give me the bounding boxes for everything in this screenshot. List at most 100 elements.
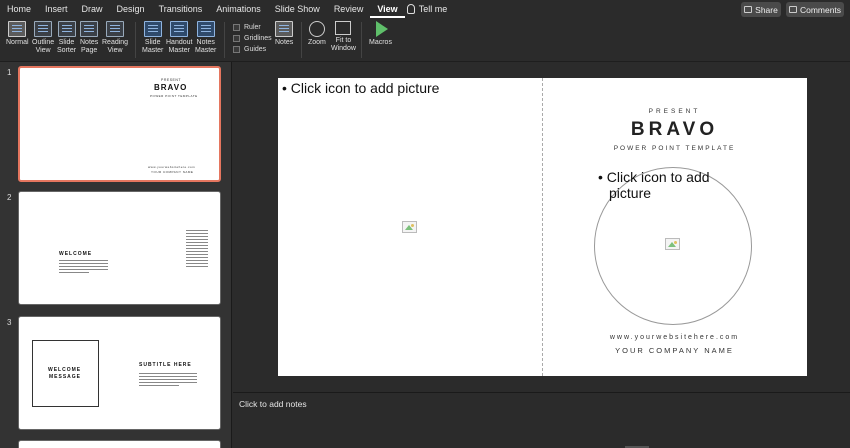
tab-slide-show[interactable]: Slide Show <box>268 0 327 18</box>
notes-page-icon <box>80 21 99 37</box>
notes-label: Notes <box>275 39 294 46</box>
notes-master-icon <box>196 21 215 37</box>
macros-button[interactable]: Macros <box>369 21 392 47</box>
normal-view-button[interactable]: Normal <box>6 21 29 47</box>
notes-master-label-2: Master <box>195 47 217 54</box>
ribbon-separator <box>224 22 225 58</box>
magnifier-icon <box>308 21 325 37</box>
right-placeholder-line1: Click icon to add <box>606 169 710 185</box>
left-picture-placeholder[interactable]: • Click icon to add picture <box>282 80 439 96</box>
reading-label-2: View <box>107 47 123 54</box>
left-placeholder-text: Click icon to add picture <box>290 80 440 96</box>
reading-view-button[interactable]: Reading View <box>102 21 128 55</box>
current-slide[interactable]: • Click icon to add picture PRESENT BRAV… <box>278 78 807 376</box>
guides-checkbox[interactable]: Guides <box>233 44 272 55</box>
slide-sorter-icon <box>57 21 76 37</box>
sorter-label-1: Slide <box>58 39 75 46</box>
zoom-button[interactable]: Zoom <box>308 21 326 47</box>
slide-number: 1 <box>7 68 12 77</box>
thumb3-subtitle: SUBTITLE HERE <box>139 362 192 368</box>
slide-sorter-button[interactable]: Slide Sorter <box>57 21 76 55</box>
tab-view[interactable]: View <box>370 0 405 18</box>
tab-draw[interactable]: Draw <box>75 0 110 18</box>
tell-me-label: Tell me <box>418 4 448 14</box>
play-icon <box>376 21 389 37</box>
outline-label-1: Outline <box>32 39 55 46</box>
tell-me-search[interactable]: Tell me <box>406 4 448 14</box>
slide-number: 3 <box>7 318 12 327</box>
tab-home[interactable]: Home <box>0 0 38 18</box>
macros-label: Macros <box>369 39 392 46</box>
insert-picture-icon[interactable] <box>402 221 417 233</box>
slide-thumbnail-3[interactable]: WELCOME MESSAGE SUBTITLE HERE <box>18 316 221 430</box>
share-label: Share <box>755 4 778 15</box>
reading-label-1: Reading <box>102 39 129 46</box>
notes-master-label-1: Notes <box>196 39 215 46</box>
notes-pane[interactable]: Click to add notes <box>233 392 850 448</box>
zoom-label: Zoom <box>308 39 326 46</box>
gridlines-checkbox[interactable]: Gridlines <box>233 33 272 44</box>
comment-icon <box>788 6 797 13</box>
slide-thumbnail-panel: 1 PRESENT BRAVO POWER POINT TEMPLATE www… <box>0 62 232 448</box>
handout-master-label-2: Master <box>168 47 190 54</box>
reading-view-icon <box>106 21 125 37</box>
normal-view-icon <box>8 21 27 37</box>
notes-page-button[interactable]: Notes Page <box>80 21 98 55</box>
thumb1-website: www.yourwebsitehere.com <box>148 165 196 169</box>
thumb3-body-text <box>139 373 197 388</box>
fit-label-2: Window <box>331 45 356 52</box>
handout-master-label-1: Handout <box>166 39 193 46</box>
thumb2-side-text <box>186 230 208 269</box>
ruler-checkbox[interactable]: Ruler <box>233 22 272 33</box>
outline-view-icon <box>34 21 53 37</box>
comments-button[interactable]: Comments <box>786 2 844 17</box>
notes-master-button[interactable]: Notes Master <box>195 21 216 55</box>
thumb3-title-2: MESSAGE <box>49 374 82 380</box>
fit-to-window-icon <box>335 21 352 35</box>
fit-to-window-button[interactable]: Fit to Window <box>331 21 356 53</box>
normal-label: Normal <box>6 39 29 46</box>
tab-design[interactable]: Design <box>110 0 152 18</box>
sorter-label-2: Sorter <box>57 47 77 54</box>
right-picture-placeholder[interactable]: • Click icon to add <box>598 169 710 185</box>
tab-insert[interactable]: Insert <box>38 0 75 18</box>
slide-thumbnail-4[interactable] <box>18 440 221 448</box>
slide-subtitle: POWER POINT TEMPLATE <box>613 145 736 152</box>
ribbon-separator <box>135 22 136 58</box>
outline-label-2: View <box>35 47 51 54</box>
fit-label-1: Fit to <box>335 37 352 44</box>
tab-animations[interactable]: Animations <box>209 0 268 18</box>
present-label: PRESENT <box>648 108 701 115</box>
tab-review[interactable]: Review <box>327 0 371 18</box>
notes-page-label-1: Notes <box>80 39 99 46</box>
slide-number: 2 <box>7 193 12 202</box>
website-text: www.yourwebsitehere.com <box>609 334 740 341</box>
ruler-label: Ruler <box>244 24 261 31</box>
thumb2-body-text <box>59 260 108 275</box>
slide-master-icon <box>143 21 162 37</box>
slide-thumbnail-1[interactable]: PRESENT BRAVO POWER POINT TEMPLATE www.y… <box>18 66 221 182</box>
guides-label: Guides <box>244 46 267 53</box>
ribbon-separator <box>301 22 302 58</box>
outline-view-button[interactable]: Outline View <box>32 21 54 55</box>
handout-master-button[interactable]: Handout Master <box>166 21 192 55</box>
thumb1-title: BRAVO <box>154 83 188 92</box>
notes-toggle-button[interactable]: Notes <box>275 21 293 47</box>
insert-picture-icon[interactable] <box>665 238 680 250</box>
slide-master-button[interactable]: Slide Master <box>142 21 163 55</box>
slide-thumbnail-2[interactable]: WELCOME <box>18 191 221 305</box>
thumb2-title: WELCOME <box>59 251 93 257</box>
ribbon-separator <box>361 22 362 58</box>
thumb1-present: PRESENT <box>161 78 182 82</box>
handout-master-icon <box>170 21 189 37</box>
notes-placeholder: Click to add notes <box>239 399 307 409</box>
share-button[interactable]: Share <box>741 2 781 17</box>
tab-transitions[interactable]: Transitions <box>152 0 210 18</box>
show-options: Ruler Gridlines Guides <box>233 22 272 55</box>
share-icon <box>744 6 753 13</box>
comments-label: Comments <box>799 4 842 15</box>
thumb3-title-1: WELCOME <box>48 367 82 373</box>
notes-page-label-2: Page <box>80 47 98 54</box>
slide-title: BRAVO <box>630 119 719 140</box>
slide-master-label-2: Master <box>142 47 164 54</box>
